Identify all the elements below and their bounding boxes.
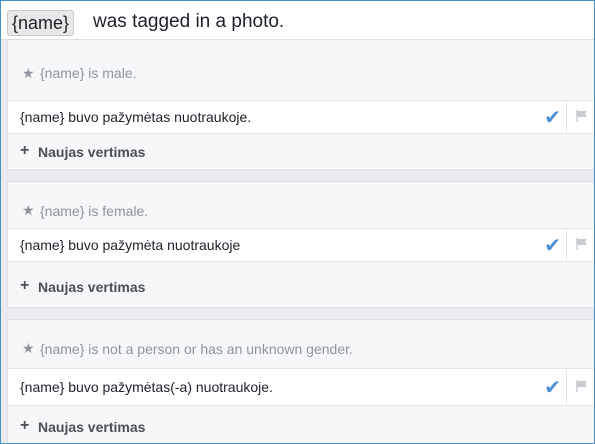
checkmark-icon[interactable]: ✔ [544,105,561,130]
condition-text: {name} is male. [40,65,137,81]
variation-card-female: ★ {name} is female. {name} buvo pažymėta… [7,181,594,308]
translation-row[interactable]: {name} buvo pažymėtas nuotraukoje. ✔ [8,101,594,134]
checkmark-icon[interactable]: ✔ [544,233,561,258]
star-icon: ★ [22,65,35,81]
new-translation-label: Naujas vertimas [38,144,146,160]
plus-icon: + [20,417,30,434]
divider [566,229,567,261]
translation-text: {name} buvo pažymėtas(-a) nuotraukoje. [20,379,273,395]
variation-card-unknown: ★ {name} is not a person or has an unkno… [7,319,594,443]
new-translation-label: Naujas vertimas [38,419,146,435]
variation-card-male: ★ {name} is male. {name} buvo pažymėtas … [7,39,594,170]
new-translation-button[interactable]: + Naujas vertimas [8,134,594,168]
flag-icon[interactable] [575,237,589,251]
star-icon: ★ [22,202,35,218]
divider [566,369,567,405]
flag-icon[interactable] [575,379,589,393]
translation-panel: {name} was tagged in a photo. ★ {name} i… [0,0,595,444]
variation-condition: ★ {name} is male. [8,40,594,101]
source-string-text: was tagged in a photo. [93,11,285,32]
condition-text: {name} is female. [40,203,149,219]
divider [566,101,567,133]
plus-icon: + [20,142,30,159]
checkmark-icon[interactable]: ✔ [544,375,561,400]
star-icon: ★ [22,340,35,356]
translation-text: {name} buvo pažymėta nuotraukoje [20,237,241,253]
variation-condition: ★ {name} is not a person or has an unkno… [8,320,594,369]
condition-text: {name} is not a person or has an unknown… [40,341,353,357]
translation-row[interactable]: {name} buvo pažymėta nuotraukoje ✔ [8,229,594,262]
translation-row[interactable]: {name} buvo pažymėtas(-a) nuotraukoje. ✔ [8,369,594,406]
name-token: {name} [7,10,75,36]
new-translation-button[interactable]: + Naujas vertimas [8,406,594,443]
flag-icon[interactable] [575,109,589,123]
plus-icon: + [20,277,30,294]
new-translation-label: Naujas vertimas [38,279,146,295]
translation-text: {name} buvo pažymėtas nuotraukoje. [20,109,252,125]
variation-condition: ★ {name} is female. [8,182,594,229]
source-string-header: {name} was tagged in a photo. [1,1,594,40]
new-translation-button[interactable]: + Naujas vertimas [8,262,594,306]
